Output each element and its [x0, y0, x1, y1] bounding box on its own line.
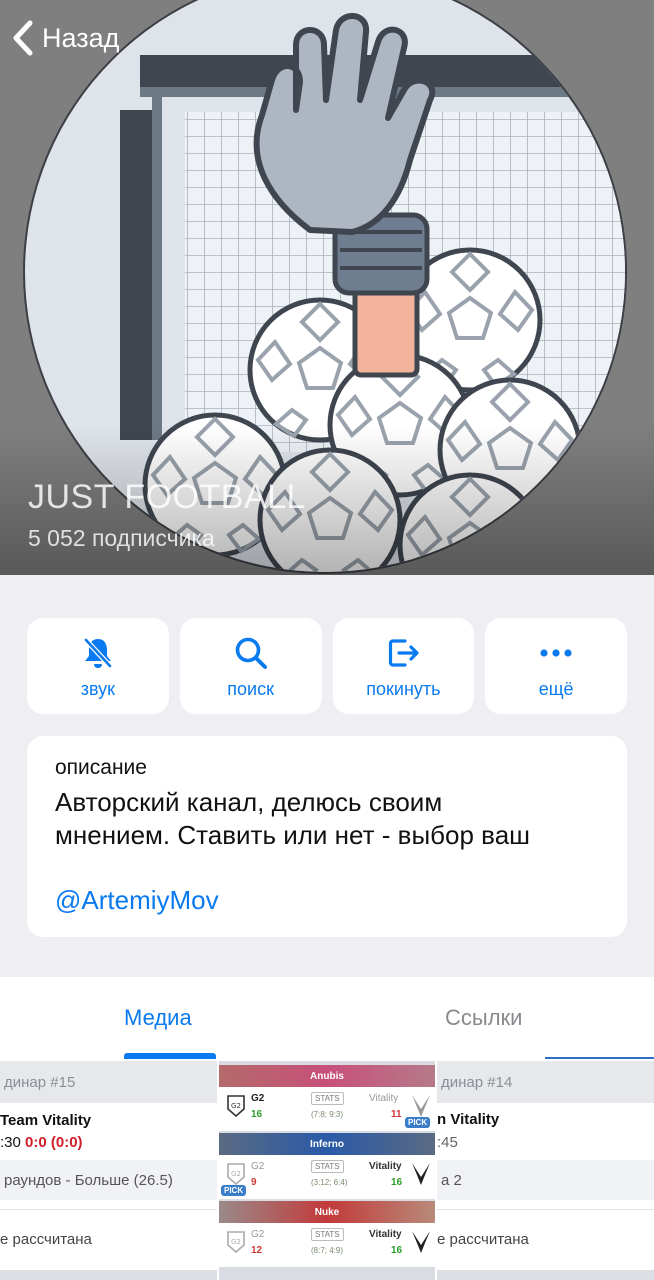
- team1-score: 16: [251, 1109, 263, 1120]
- bet-time: :30: [0, 1134, 26, 1151]
- map-banner: Nuke: [219, 1201, 435, 1223]
- more-icon: [536, 633, 576, 673]
- media-thumbnail-middle[interactable]: Anubis G2 G2 16 STATS (7:8; 9:3) Vitalit…: [219, 1061, 435, 1280]
- team2-name: Vitality: [369, 1093, 399, 1104]
- team1-score: 12: [251, 1245, 263, 1256]
- search-icon: [231, 633, 271, 673]
- map-score-row: G2 G2 12 STATS (8:7; 4:9) Vitality 16: [219, 1223, 435, 1267]
- bet-time: :45: [437, 1134, 458, 1151]
- map-name: Inferno: [310, 1138, 344, 1150]
- bet-market: раундов - Больше (26.5): [0, 1160, 217, 1200]
- author-username-link[interactable]: @ArtemiyMov: [55, 885, 599, 916]
- stats-badge: STATS: [311, 1160, 344, 1173]
- bet-header: динар #14: [437, 1061, 654, 1103]
- team1-name: G2: [251, 1161, 265, 1172]
- bet-market: а 2: [437, 1160, 654, 1200]
- channel-header: Назад JUST FOOTBALL 5 052 подписчика: [0, 0, 654, 575]
- map-banner: Anubis: [219, 1065, 435, 1087]
- media-tabs: Медиа Ссылки: [0, 977, 654, 1061]
- bet-team: n Vitality: [437, 1111, 500, 1128]
- mute-label: звук: [80, 678, 116, 699]
- bet-footer: [0, 1270, 217, 1280]
- media-thumbnail-right[interactable]: динар #14 n Vitality :45 а 2 е рассчитан…: [437, 1061, 654, 1280]
- vitality-logo-icon: [412, 1163, 430, 1185]
- svg-text:G2: G2: [231, 1238, 241, 1246]
- stats-badge: STATS: [311, 1092, 344, 1105]
- back-button[interactable]: Назад: [10, 18, 119, 58]
- more-button[interactable]: ещё: [485, 618, 627, 714]
- media-thumbnail-left[interactable]: динар #15 Team Vitality :30 0:0 (0:0) ра…: [0, 1061, 217, 1280]
- leave-button[interactable]: покинуть: [332, 618, 475, 714]
- map-score-row: G2 G2 16 STATS (7:8; 9:3) Vitality 11 PI…: [219, 1087, 435, 1131]
- g2-logo-icon: G2: [227, 1095, 245, 1117]
- map-result: Anubis G2 G2 16 STATS (7:8; 9:3) Vitalit…: [219, 1065, 435, 1133]
- map-result: Inferno G2 G2 9 STATS (3:12; 6:4) Vitali…: [219, 1133, 435, 1201]
- vitality-logo-icon: [412, 1095, 430, 1117]
- map-score-row: G2 G2 9 STATS (3:12; 6:4) Vitality 16 PI…: [219, 1155, 435, 1199]
- pick-badge: PICK: [405, 1117, 431, 1128]
- map-name: Nuke: [314, 1206, 340, 1218]
- bet-header: динар #15: [0, 1061, 217, 1103]
- description-card: описание Авторский канал, делюсь своим м…: [27, 736, 627, 937]
- vitality-logo-icon: [412, 1231, 430, 1253]
- team1-score: 9: [251, 1177, 257, 1188]
- half-scores: (8:7; 4:9): [311, 1246, 344, 1255]
- tab-links[interactable]: Ссылки: [445, 1005, 522, 1031]
- back-label: Назад: [42, 22, 120, 53]
- bet-score: 0:0 (0:0): [25, 1134, 83, 1151]
- more-label: ещё: [538, 678, 574, 699]
- team1-name: G2: [251, 1229, 265, 1240]
- g2-logo-icon: G2: [227, 1163, 245, 1185]
- tab-media[interactable]: Медиа: [124, 1005, 192, 1031]
- svg-text:G2: G2: [231, 1170, 241, 1178]
- bet-divider: [0, 1209, 217, 1210]
- channel-title: JUST FOOTBALL: [28, 478, 306, 516]
- bet-status: е рассчитана: [0, 1231, 92, 1248]
- description-line-2: мнением. Ставить или нет - выбор ваш: [55, 820, 531, 850]
- bet-status: е рассчитана: [437, 1231, 529, 1248]
- map-name: Anubis: [310, 1070, 344, 1082]
- search-label: поиск: [227, 678, 274, 699]
- g2-logo-icon: G2: [227, 1231, 245, 1253]
- bet-divider: [437, 1209, 654, 1210]
- description-label: описание: [55, 756, 147, 779]
- bet-team: Team Vitality: [0, 1112, 92, 1129]
- team2-name: Vitality: [369, 1229, 402, 1240]
- svg-text:G2: G2: [231, 1102, 241, 1110]
- half-scores: (7:8; 9:3): [311, 1110, 344, 1119]
- map-result: Nuke G2 G2 12 STATS (8:7; 4:9) Vitality …: [219, 1201, 435, 1269]
- action-bar: звук поиск покинуть ещё: [27, 618, 627, 714]
- subscriber-count: 5 052 подписчика: [28, 525, 215, 551]
- bell-slash-icon: [78, 633, 118, 673]
- bet-footer: [437, 1270, 654, 1280]
- mute-button[interactable]: звук: [27, 618, 169, 714]
- team2-score: 11: [391, 1109, 402, 1120]
- stats-badge: STATS: [311, 1228, 344, 1241]
- team2-name: Vitality: [369, 1161, 402, 1172]
- team2-score: 16: [391, 1245, 403, 1256]
- map-banner: Inferno: [219, 1133, 435, 1155]
- active-tab-indicator: [124, 1053, 216, 1059]
- half-scores: (3:12; 6:4): [311, 1178, 348, 1187]
- team1-name: G2: [251, 1093, 265, 1104]
- description-line-1: Авторский канал, делюсь своим: [55, 787, 443, 817]
- team2-score: 16: [391, 1177, 403, 1188]
- leave-icon: [383, 633, 423, 673]
- chevron-left-icon: [13, 20, 33, 56]
- leave-label: покинуть: [366, 678, 441, 699]
- bet-score-line: :30 0:0 (0:0): [0, 1134, 83, 1151]
- pick-badge: PICK: [221, 1185, 247, 1196]
- media-grid: динар #15 Team Vitality :30 0:0 (0:0) ра…: [0, 1061, 654, 1280]
- search-button[interactable]: поиск: [179, 618, 322, 714]
- tab-divider: [545, 1057, 654, 1059]
